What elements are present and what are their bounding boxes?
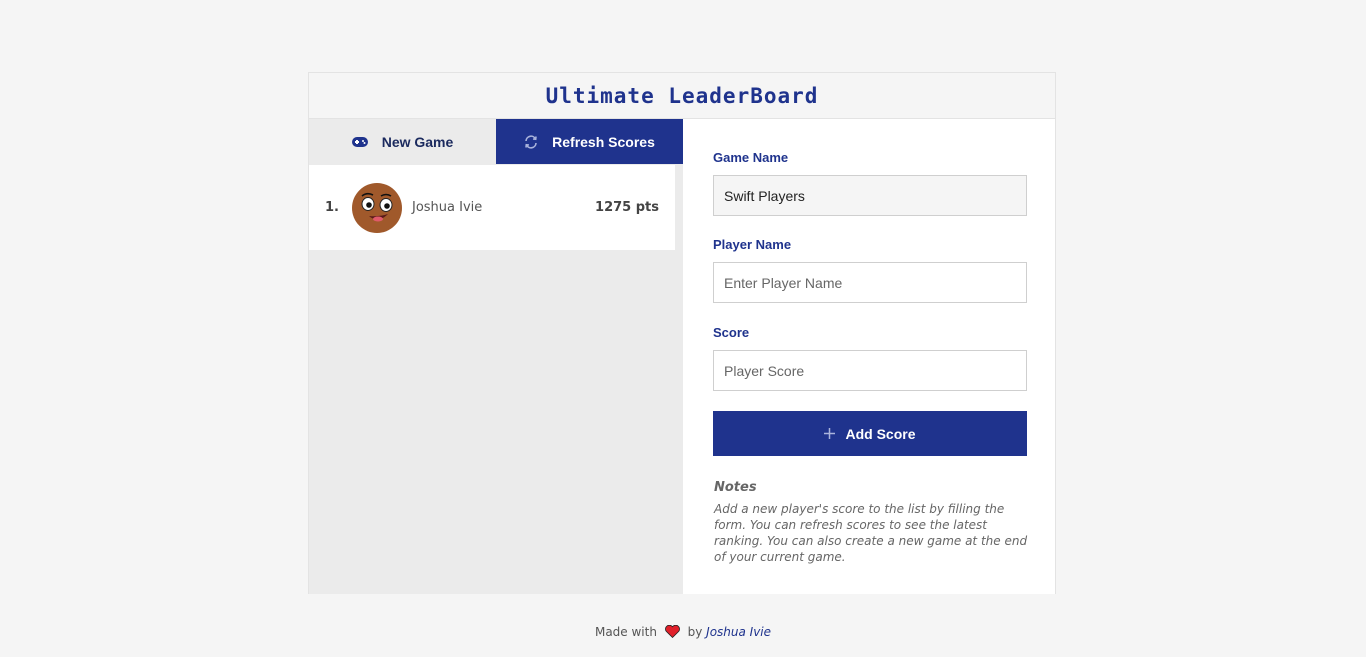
board-header: Ultimate LeaderBoard (309, 73, 1055, 119)
add-score-label: Add Score (845, 425, 916, 442)
heart-icon (664, 624, 680, 641)
leaderboard-row: 1. Joshua Ivie 1275 pts (309, 165, 675, 250)
score-form: Game Name Player Name Score Add Score No… (683, 119, 1055, 594)
player-name-input[interactable] (713, 262, 1027, 303)
rank-number: 1. (325, 200, 339, 215)
footer-by: by (687, 625, 703, 639)
action-tabs: New Game Refresh Scores (309, 119, 683, 164)
score-input[interactable] (713, 350, 1027, 391)
notes-body: Add a new player's score to the list by … (714, 502, 1028, 564)
new-game-label: New Game (381, 133, 454, 150)
player-points: 1275 pts (595, 200, 659, 215)
game-name-field[interactable] (713, 175, 1027, 216)
footer-made-with: Made with (594, 625, 657, 639)
refresh-icon (524, 134, 538, 149)
author-link[interactable]: Joshua Ivie (706, 625, 771, 639)
footer: Made with by Joshua Ivie (0, 624, 1366, 641)
gamepad-icon (351, 136, 368, 147)
new-game-button[interactable]: New Game (309, 119, 496, 164)
leaderboard-pane: New Game Refresh Scores 1. Joshua Ivie 1… (309, 119, 683, 594)
plus-icon (824, 428, 836, 439)
cartoon-face-avatar (352, 182, 402, 233)
leaderboard-card: Ultimate LeaderBoard New Game Refresh Sc… (308, 72, 1056, 594)
notes-title: Notes (714, 480, 757, 495)
refresh-scores-button[interactable]: Refresh Scores (496, 119, 683, 164)
refresh-scores-label: Refresh Scores (552, 133, 655, 150)
game-name-label: Game Name (713, 150, 789, 165)
player-name: Joshua Ivie (412, 200, 483, 215)
add-score-button[interactable]: Add Score (713, 411, 1027, 456)
score-label: Score (713, 325, 750, 340)
page-title: Ultimate LeaderBoard (545, 83, 819, 108)
player-name-label: Player Name (713, 237, 792, 252)
